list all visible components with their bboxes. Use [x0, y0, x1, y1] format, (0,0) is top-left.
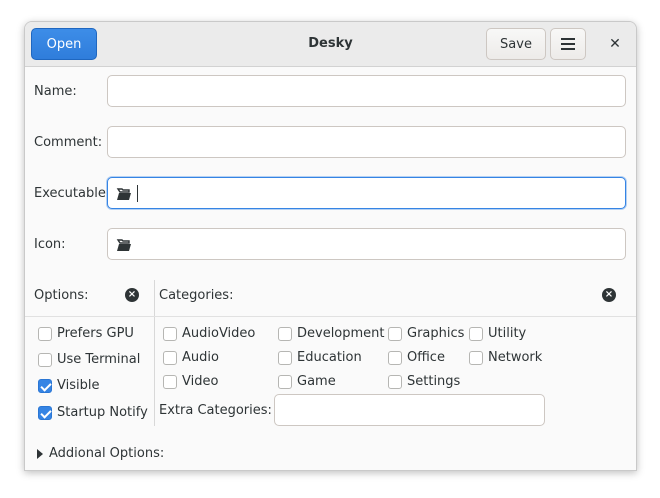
checkbox[interactable] — [163, 350, 177, 365]
checkbox[interactable] — [278, 374, 292, 389]
checkbox-label: Visible — [57, 378, 100, 393]
category-utility[interactable]: Utility — [469, 326, 526, 341]
checkbox-label: Development — [297, 326, 385, 341]
checkbox-checked[interactable] — [38, 405, 52, 420]
checkbox-label: Office — [407, 350, 445, 365]
executable-field[interactable] — [107, 177, 626, 209]
checkbox[interactable] — [278, 326, 292, 341]
comment-label: Comment: — [34, 135, 103, 150]
checkbox-label: Settings — [407, 374, 461, 389]
category-graphics[interactable]: Graphics — [388, 326, 464, 341]
category-network[interactable]: Network — [469, 350, 542, 365]
category-settings[interactable]: Settings — [388, 374, 460, 389]
comment-field[interactable] — [107, 126, 626, 158]
clear-options-icon[interactable]: × — [125, 288, 139, 302]
clear-categories-icon[interactable]: × — [602, 288, 616, 302]
checkbox-label: Utility — [488, 326, 527, 341]
checkbox-label: Game — [297, 374, 336, 389]
name-field[interactable] — [107, 75, 626, 107]
category-education[interactable]: Education — [278, 350, 362, 365]
category-game[interactable]: Game — [278, 374, 336, 389]
category-office[interactable]: Office — [388, 350, 445, 365]
checkbox-label: Startup Notify — [57, 405, 148, 420]
checkbox[interactable] — [469, 326, 483, 341]
additional-options-expander[interactable]: Addional Options: — [37, 446, 164, 461]
categories-label: Categories: — [159, 288, 234, 303]
option-startup-notify[interactable]: Startup Notify — [38, 405, 148, 420]
text-cursor — [137, 185, 138, 202]
category-audiovideo[interactable]: AudioVideo — [163, 326, 255, 341]
category-development[interactable]: Development — [278, 326, 385, 341]
checkbox[interactable] — [163, 374, 177, 389]
option-prefers-gpu[interactable]: Prefers GPU — [38, 326, 134, 341]
checkbox-label: Use Terminal — [57, 352, 141, 367]
checkbox[interactable] — [163, 326, 177, 341]
close-button[interactable]: ✕ — [601, 30, 629, 58]
checkbox-checked[interactable] — [38, 378, 52, 393]
open-button[interactable]: Open — [31, 28, 97, 60]
checkbox-label: Audio — [182, 350, 219, 365]
extra-categories-field[interactable] — [274, 394, 545, 426]
checkbox[interactable] — [38, 326, 52, 341]
hamburger-icon — [561, 38, 575, 50]
checkbox-label: Prefers GPU — [57, 326, 134, 341]
executable-label: Executable: — [34, 186, 111, 201]
close-icon: ✕ — [609, 36, 621, 52]
checkbox-label: AudioVideo — [182, 326, 256, 341]
icon-field[interactable] — [107, 228, 626, 260]
checkbox-label: Education — [297, 350, 362, 365]
options-label: Options: — [34, 288, 89, 303]
menu-button[interactable] — [550, 28, 586, 60]
checkbox[interactable] — [469, 350, 483, 365]
checkbox-label: Graphics — [407, 326, 465, 341]
document-open-icon[interactable] — [116, 186, 132, 202]
checkbox[interactable] — [278, 350, 292, 365]
icon-label: Icon: — [34, 237, 66, 252]
vertical-separator — [154, 280, 155, 426]
name-label: Name: — [34, 84, 77, 99]
save-button[interactable]: Save — [486, 28, 546, 60]
checkbox-label: Network — [488, 350, 543, 365]
category-video[interactable]: Video — [163, 374, 218, 389]
option-use-terminal[interactable]: Use Terminal — [38, 352, 140, 367]
category-audio[interactable]: Audio — [163, 350, 219, 365]
header-bar: Open Desky Save ✕ — [25, 22, 636, 67]
checkbox-label: Video — [182, 374, 219, 389]
expander-arrow-icon — [37, 448, 43, 459]
extra-categories-label: Extra Categories: — [159, 403, 272, 418]
checkbox[interactable] — [388, 350, 402, 365]
checkbox[interactable] — [38, 352, 52, 367]
horizontal-separator — [25, 316, 636, 317]
app-window: Open Desky Save ✕ Name: Comment: Executa… — [24, 21, 637, 471]
checkbox[interactable] — [388, 374, 402, 389]
checkbox[interactable] — [388, 326, 402, 341]
expander-label: Addional Options: — [49, 446, 165, 461]
option-visible[interactable]: Visible — [38, 378, 99, 393]
document-open-icon[interactable] — [116, 237, 132, 253]
